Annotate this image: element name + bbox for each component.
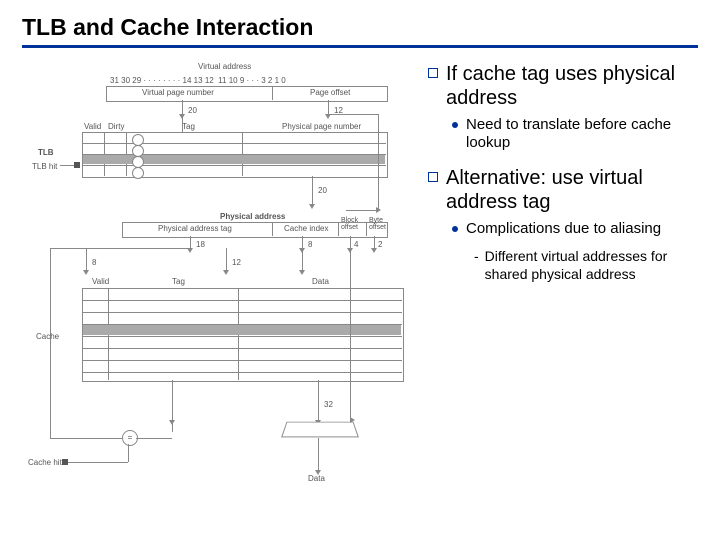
byte-offset-width-2: 2 — [378, 240, 382, 249]
phys-tag-width-18: 18 — [196, 240, 205, 249]
dot-bullet-icon — [452, 122, 458, 128]
bullet-text: Complications due to aliasing — [466, 220, 661, 238]
cache-table — [82, 288, 404, 382]
ppn-col: Physical page number — [282, 122, 361, 131]
bullet-column: If cache tag uses physical address Need … — [428, 62, 698, 283]
dot-bullet-icon — [452, 226, 458, 232]
cache-label: Cache — [36, 332, 59, 341]
vpn-width-20: 20 — [188, 106, 197, 115]
physical-address-label: Physical address — [220, 212, 285, 221]
cache-index-width-8: 8 — [308, 240, 312, 249]
tag-col: Tag — [182, 122, 195, 131]
bullet-text: Different virtual addresses for shared p… — [485, 248, 698, 283]
data-col: Data — [312, 277, 329, 286]
bullet-text: Need to translate before cache lookup — [466, 116, 698, 152]
tag2-col: Tag — [172, 277, 185, 286]
cache-index-label: Cache index — [284, 224, 328, 233]
page-title: TLB and Cache Interaction — [22, 14, 698, 48]
page-offset-label: Page offset — [310, 88, 350, 97]
bullet-text: Alternative: use virtual address tag — [446, 166, 698, 214]
cache-hit-label: Cache hit — [28, 458, 62, 467]
tlb-cache-diagram: Virtual address 31 30 29 · · · · · · · ·… — [22, 62, 418, 283]
data-out-label: Data — [308, 474, 325, 483]
bits-row: 31 30 29 · · · · · · · · 14 13 12 11 10 … — [110, 76, 286, 85]
byte-offset-label: Byteoffset — [369, 217, 386, 231]
tlb-label: TLB — [38, 148, 54, 157]
phys-tag-label: Physical address tag — [158, 224, 232, 233]
square-bullet-icon — [428, 68, 438, 78]
dirty-col: Dirty — [108, 122, 124, 131]
vpn-label: Virtual page number — [142, 88, 214, 97]
comparator-icon — [132, 167, 144, 179]
dash-bullet-icon: - — [474, 248, 479, 264]
tlb-hit-label: TLB hit — [32, 162, 57, 171]
virtual-address-label: Virtual address — [198, 62, 251, 71]
data-sel-width-12: 12 — [232, 258, 241, 267]
data-out-width-32: 32 — [324, 400, 333, 409]
block-offset-label: Blockoffset — [341, 217, 358, 231]
block-offset-width-4: 4 — [354, 240, 358, 249]
square-bullet-icon — [428, 172, 438, 182]
valid2-col: Valid — [92, 277, 109, 286]
valid-col: Valid — [84, 122, 101, 131]
bullet-text: If cache tag uses physical address — [446, 62, 698, 110]
ppn-width-20: 20 — [318, 186, 327, 195]
index-width-8: 8 — [92, 258, 96, 267]
